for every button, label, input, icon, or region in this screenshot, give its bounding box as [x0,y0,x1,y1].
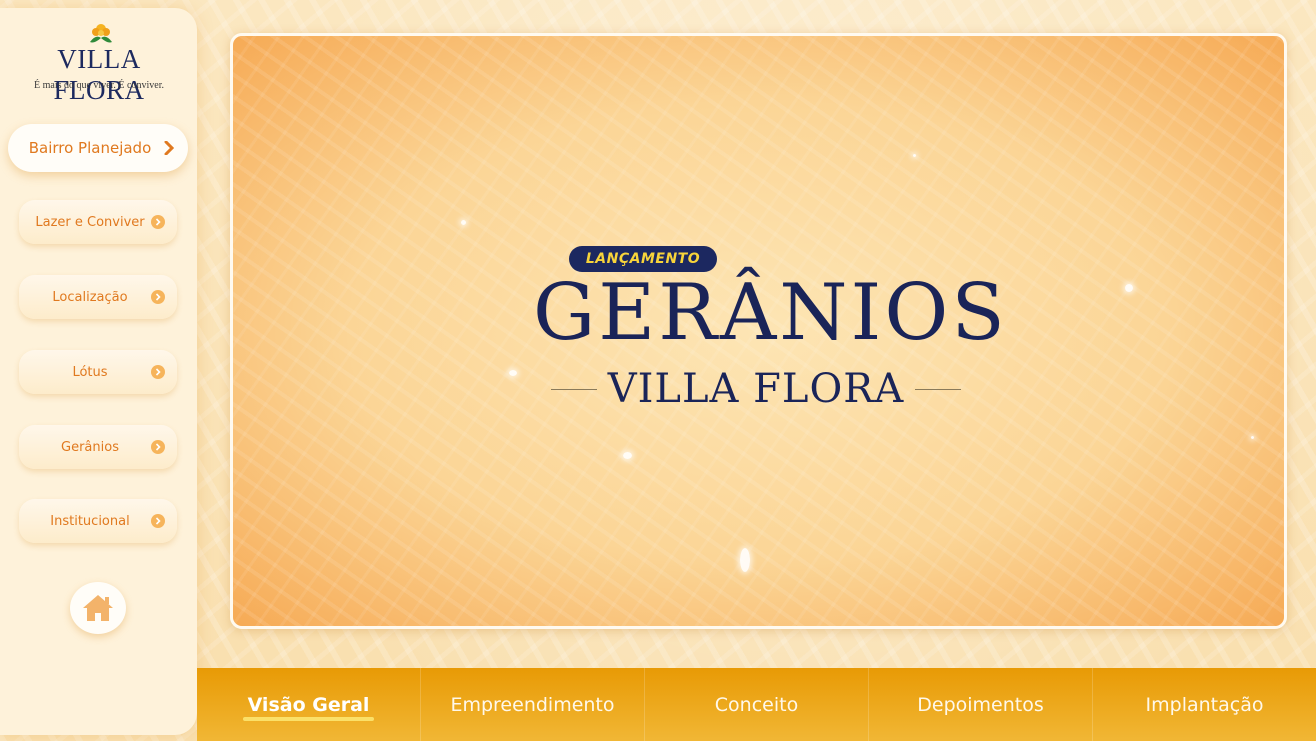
tab-empreendimento[interactable]: Empreendimento [421,668,645,741]
sidebar-item-label: Lazer e Conviver [35,214,145,230]
chevron-right-circle-icon [151,365,165,379]
tab-visao-geral[interactable]: Visão Geral [197,668,421,741]
sparkle [913,154,916,157]
sparkle [1125,284,1133,292]
video-subtitle: VILLA FLORA [607,366,905,412]
sparkle [740,548,750,572]
sidebar-item-label: Lótus [72,364,108,380]
home-icon [83,595,113,621]
sparkle [509,370,517,376]
chevron-right-icon [162,140,176,156]
chevron-right-circle-icon [151,215,165,229]
tab-conceito[interactable]: Conceito [645,668,869,741]
sparkle [461,220,466,225]
bottom-tab-bar: Visão Geral Empreendimento Conceito Depo… [197,668,1316,741]
home-button[interactable] [70,582,126,634]
sparkle [623,452,632,459]
sidebar-item-geranios[interactable]: Gerânios [19,425,177,469]
brand-logo[interactable]: VILLA FLORA É mais do que viver. É convi… [14,20,184,105]
divider [551,388,597,390]
tab-implantacao[interactable]: Implantação [1093,668,1316,741]
sparkle [1251,436,1254,439]
chevron-right-circle-icon [151,290,165,304]
sidebar-item-lotus[interactable]: Lótus [19,350,177,394]
sidebar-item-localizacao[interactable]: Localização [19,275,177,319]
divider [915,388,961,390]
tab-depoimentos[interactable]: Depoimentos [869,668,1093,741]
video-player[interactable]: LANÇAMENTO GERÂNIOS VILLA FLORA [230,33,1287,629]
sidebar-item-institucional[interactable]: Institucional [19,499,177,543]
video-subtitle-row: VILLA FLORA [551,364,961,414]
chevron-right-circle-icon [151,440,165,454]
brand-tagline: É mais do que viver. É conviver. [34,80,164,91]
brand-name: VILLA FLORA [53,44,145,105]
sidebar: VILLA FLORA É mais do que viver. É convi… [0,8,197,735]
sidebar-item-lazer-e-conviver[interactable]: Lazer e Conviver [19,200,177,244]
chevron-right-circle-icon [151,514,165,528]
sidebar-item-bairro-planejado[interactable]: Bairro Planejado [8,124,188,172]
sidebar-item-label: Gerânios [61,439,119,455]
sidebar-item-label: Bairro Planejado [28,139,152,157]
sidebar-item-label: Localização [52,289,128,305]
sidebar-item-label: Institucional [50,513,130,529]
video-title: GERÂNIOS [533,268,1008,358]
